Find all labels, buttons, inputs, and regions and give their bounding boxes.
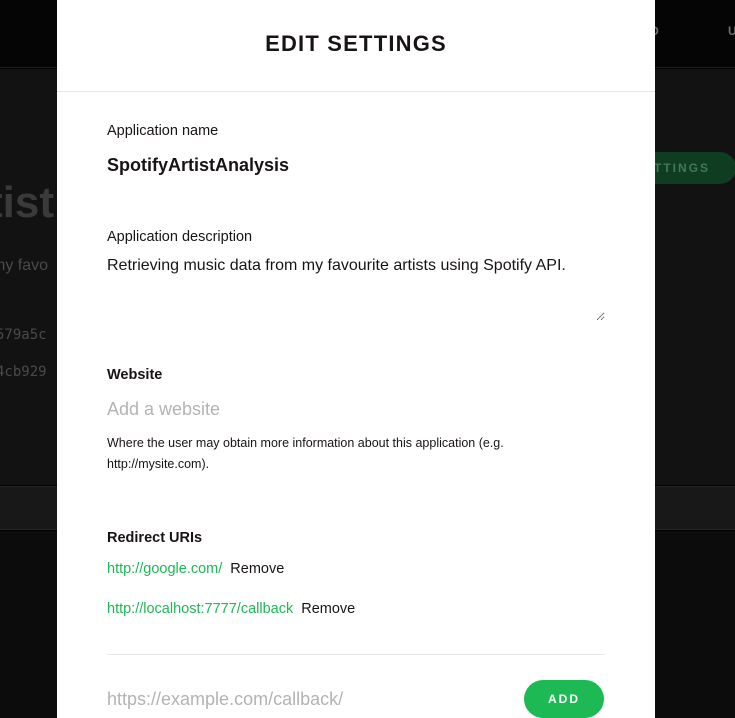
- background-client-secret: 4cb929: [0, 364, 47, 380]
- background-app-description: my favo: [0, 257, 49, 274]
- add-uri-button[interactable]: ADD: [524, 680, 604, 718]
- redirect-uri-item: http://localhost:7777/callback Remove: [107, 601, 355, 617]
- redirect-uris-label: Redirect URIs: [107, 530, 203, 546]
- app-name-label: Application name: [107, 123, 219, 139]
- app-description-label: Application description: [107, 229, 253, 245]
- add-redirect-uri-input[interactable]: [107, 686, 507, 712]
- nav-user: U: [728, 24, 735, 38]
- website-help-text: Where the user may obtain more informati…: [107, 436, 504, 471]
- background-app-title: tist: [0, 178, 54, 227]
- remove-uri-button[interactable]: Remove: [230, 561, 284, 577]
- background-client-id: 579a5c: [0, 327, 47, 343]
- app-description-textarea[interactable]: Retrieving music data from my favourite …: [107, 256, 605, 321]
- app-name-input[interactable]: [107, 152, 605, 178]
- remove-uri-button[interactable]: Remove: [301, 601, 355, 617]
- edit-settings-modal: EDIT SETTINGS Application name Applicati…: [57, 0, 655, 718]
- redirect-uri-link[interactable]: http://google.com/: [107, 561, 222, 577]
- redirect-uris-divider: [107, 654, 605, 655]
- modal-header: EDIT SETTINGS: [57, 0, 655, 92]
- website-label: Website: [107, 367, 163, 383]
- modal-title: EDIT SETTINGS: [265, 31, 447, 56]
- redirect-uri-item: http://google.com/ Remove: [107, 561, 284, 577]
- redirect-uri-link[interactable]: http://localhost:7777/callback: [107, 601, 293, 617]
- website-input[interactable]: [107, 396, 605, 422]
